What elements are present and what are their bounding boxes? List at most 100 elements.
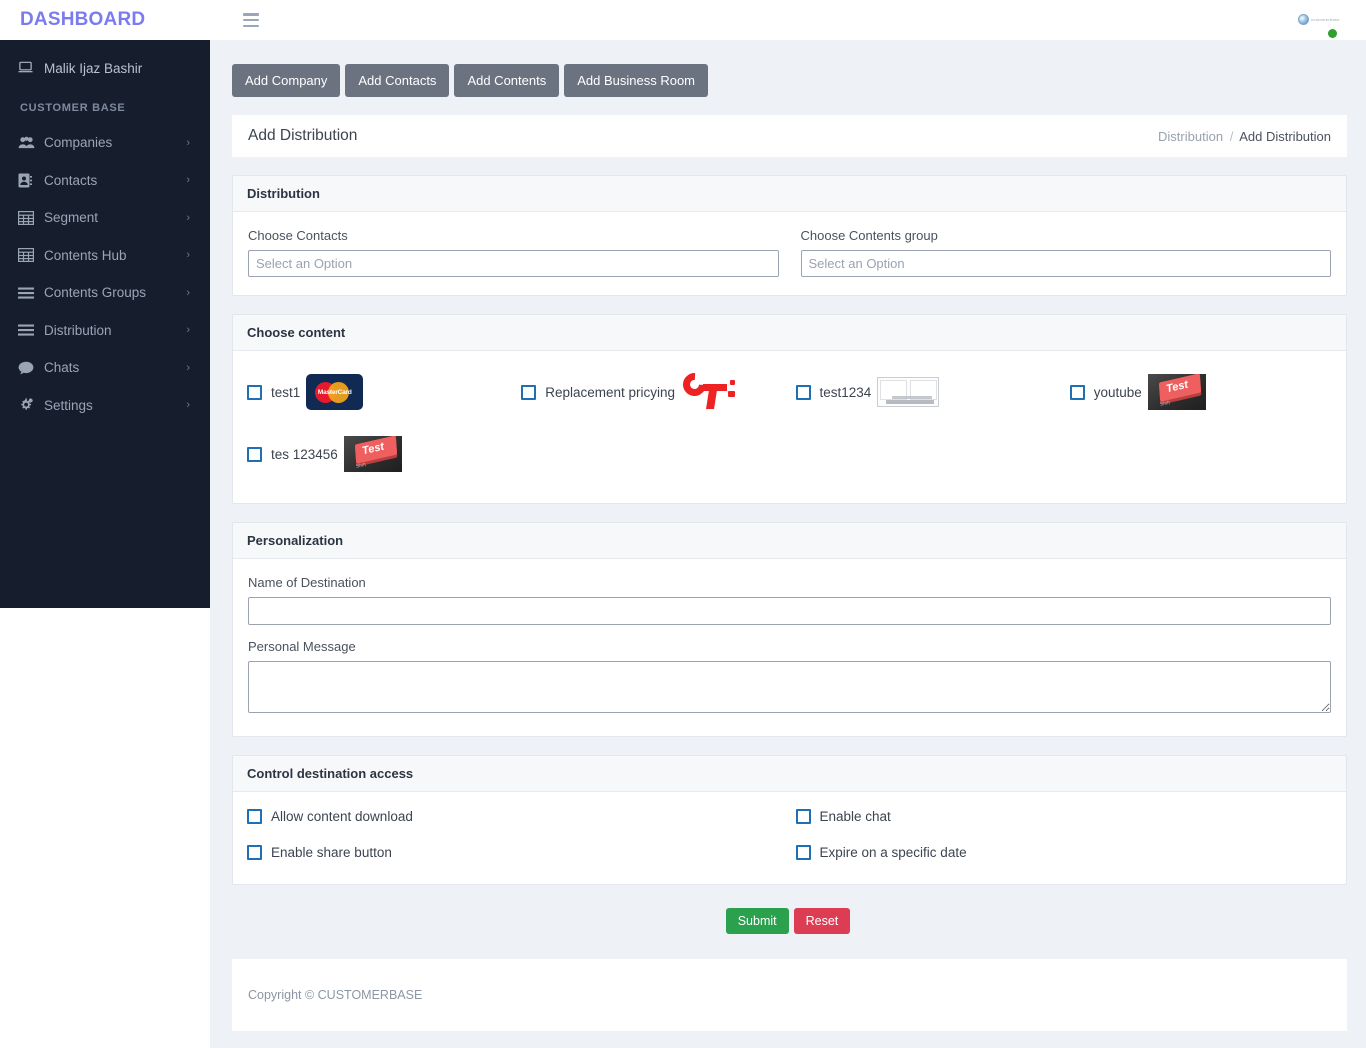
personal-message-label: Personal Message xyxy=(248,639,356,654)
user-area[interactable]: customerbase xyxy=(1294,5,1354,39)
sidebar-user[interactable]: Malik Ijaz Bashir xyxy=(0,48,210,88)
address-card-icon xyxy=(18,173,44,188)
content-checkbox[interactable] xyxy=(795,384,811,400)
choose-content-heading: Choose content xyxy=(233,315,1346,351)
access-checkbox[interactable] xyxy=(795,844,811,860)
sidebar-item-label: Segment xyxy=(44,210,99,226)
breadcrumb-current: Add Distribution xyxy=(1239,128,1331,144)
personal-message-textarea[interactable] xyxy=(248,661,1331,713)
personalization-body: Name of Destination Personal Message xyxy=(233,559,1346,736)
sidebar-item-distribution[interactable]: Distribution › xyxy=(0,312,210,350)
sidebar-item-contacts[interactable]: Contacts › xyxy=(0,162,210,200)
footer-copyright: Copyright © CUSTOMERBASE xyxy=(248,988,423,1002)
sidebar-item-label: Distribution xyxy=(44,322,112,338)
content-item[interactable]: test1 MasterCard xyxy=(241,361,515,423)
submit-button[interactable]: Submit xyxy=(725,908,789,934)
access-option-enable-chat[interactable]: Enable chat xyxy=(790,798,1339,834)
distribution-fields-row: Choose Contacts Choose Contents group xyxy=(248,228,1331,277)
sidebar-item-label: Chats xyxy=(44,360,80,376)
ct-dot-2 xyxy=(728,391,736,397)
content-checkbox[interactable] xyxy=(1069,384,1085,400)
content-thumbnail-keyboard-icon: Test Shift xyxy=(1147,374,1206,410)
add-business-room-button[interactable]: Add Business Room xyxy=(564,64,708,97)
access-option-enable-share-button[interactable]: Enable share button xyxy=(241,834,790,870)
personal-message-field: Personal Message xyxy=(248,639,1331,718)
ct-dot-1 xyxy=(730,380,736,385)
content-item[interactable]: Replacement pricying xyxy=(515,361,789,423)
page-header: Add Distribution Distribution / Add Dist… xyxy=(232,115,1347,157)
add-contacts-button[interactable]: Add Contacts xyxy=(345,64,450,97)
name-of-destination-field: Name of Destination xyxy=(248,575,1331,625)
chevron-right-icon: › xyxy=(186,399,190,412)
content-thumbnail-mastercard-icon: MasterCard xyxy=(306,374,364,410)
content-checkbox[interactable] xyxy=(247,446,262,462)
sidebar-item-settings[interactable]: Settings › xyxy=(0,387,210,425)
bars-icon xyxy=(18,287,44,299)
breadcrumb-parent[interactable]: Distribution xyxy=(1158,129,1223,144)
chevron-right-icon: › xyxy=(186,361,190,374)
table-grid-icon xyxy=(18,210,44,225)
choose-contents-group-field: Choose Contents group xyxy=(800,228,1331,277)
sidebar-item-label: Companies xyxy=(44,135,113,151)
hamburger-bar-1 xyxy=(243,13,259,16)
access-checkbox[interactable] xyxy=(247,808,262,824)
content-item-label: tes 123456 xyxy=(271,446,338,462)
globe-icon xyxy=(1298,14,1309,25)
access-option-allow-content-download[interactable]: Allow content download xyxy=(241,798,790,834)
sidebar: Malik Ijaz Bashir CUSTOMER BASE Companie… xyxy=(0,40,210,608)
app-root: DASHBOARD customerbase Malik Ijaz Bashir… xyxy=(0,0,1366,1048)
access-option-label: Expire on a specific date xyxy=(819,844,967,860)
name-of-destination-label: Name of Destination xyxy=(248,575,366,590)
sidebar-item-companies[interactable]: Companies › xyxy=(0,124,210,162)
content-checkbox[interactable] xyxy=(521,384,537,400)
account-logo[interactable]: customerbase xyxy=(1298,14,1340,25)
content-item[interactable]: youtube Test Shift xyxy=(1064,361,1338,423)
content-item-label: Replacement pricying xyxy=(545,384,676,400)
sidebar-item-contents-hub[interactable]: Contents Hub › xyxy=(0,237,210,275)
breadcrumb-separator: / xyxy=(1229,128,1234,144)
sidebar-user-name: Malik Ijaz Bashir xyxy=(44,60,143,76)
access-checkbox[interactable] xyxy=(795,808,811,824)
sidebar-item-contents-groups[interactable]: Contents Groups › xyxy=(0,274,210,312)
access-checkbox[interactable] xyxy=(247,844,262,860)
sidebar-item-label: Contents Hub xyxy=(44,247,127,263)
sidebar-item-label: Contacts xyxy=(44,172,98,188)
form-actions: Submit Reset xyxy=(210,908,1366,934)
brand-logo[interactable]: DASHBOARD xyxy=(0,0,210,40)
hamburger-bar-3 xyxy=(243,24,259,27)
sidebar-item-label: Settings xyxy=(44,397,93,413)
content-thumbnail-keyboard-icon: Test Shift xyxy=(343,436,402,472)
chevron-right-icon: › xyxy=(186,286,190,299)
table-grid-icon xyxy=(18,248,44,263)
content-item-label: test1 xyxy=(271,384,301,400)
distribution-panel: Distribution Choose Contacts Choose Cont… xyxy=(232,175,1347,296)
content-item[interactable]: tes 123456 Test Shift xyxy=(241,423,515,485)
access-option-expire-on-specific-date[interactable]: Expire on a specific date xyxy=(790,834,1339,870)
add-company-button[interactable]: Add Company xyxy=(232,64,341,97)
footer: Copyright © CUSTOMERBASE xyxy=(232,959,1347,1031)
keyboard-small-key-text: Shift xyxy=(1159,400,1171,408)
reset-button[interactable]: Reset xyxy=(793,908,851,934)
personalization-panel: Personalization Name of Destination Pers… xyxy=(232,522,1347,737)
sidebar-section-label: CUSTOMER BASE xyxy=(20,102,126,114)
choose-contents-group-label: Choose Contents group xyxy=(800,228,938,243)
choose-contacts-field: Choose Contacts xyxy=(248,228,779,277)
name-of-destination-input[interactable] xyxy=(248,597,1331,625)
main-content: Add Company Add Contacts Add Contents Ad… xyxy=(210,40,1366,1048)
add-contents-button[interactable]: Add Contents xyxy=(454,64,560,97)
users-group-icon xyxy=(18,136,44,149)
choose-contacts-input[interactable] xyxy=(248,250,779,277)
sidebar-item-segment[interactable]: Segment › xyxy=(0,199,210,237)
sidebar-item-label: Contents Groups xyxy=(44,285,147,301)
choose-contents-group-input[interactable] xyxy=(800,250,1331,277)
choose-contacts-label: Choose Contacts xyxy=(248,228,348,243)
doc-blur-band-upper xyxy=(892,396,933,399)
account-logo-caption: customerbase xyxy=(1311,17,1340,22)
choose-content-panel: Choose content test1 MasterCard Replacem… xyxy=(232,314,1347,504)
content-item[interactable]: test1234 xyxy=(790,361,1064,423)
access-option-label: Enable share button xyxy=(271,844,392,860)
hamburger-icon[interactable] xyxy=(243,13,259,27)
content-checkbox[interactable] xyxy=(247,384,262,400)
bars-icon xyxy=(18,324,44,336)
sidebar-item-chats[interactable]: Chats › xyxy=(0,349,210,387)
